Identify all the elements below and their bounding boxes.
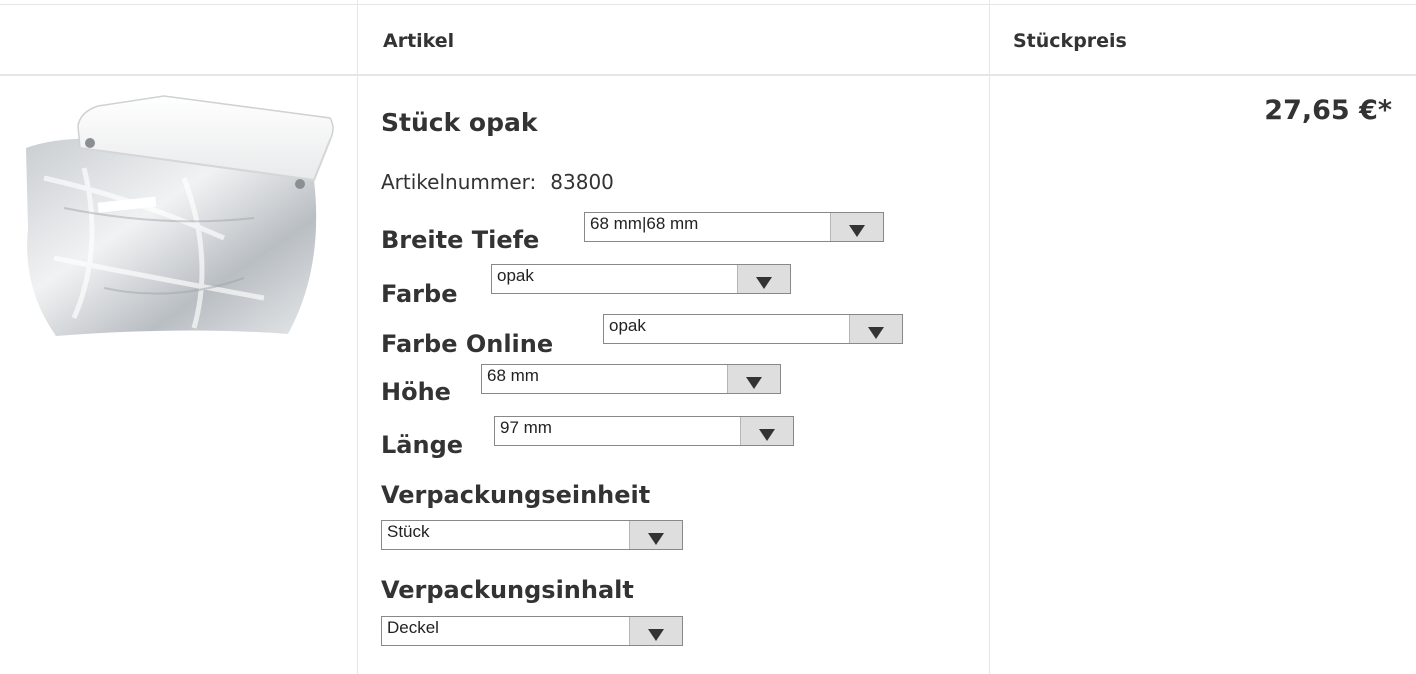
dropdown-button[interactable]	[629, 521, 682, 549]
select-value: 97 mm	[500, 418, 552, 437]
option-label-verpackungsinhalt: Verpackungsinhalt	[381, 576, 634, 604]
dropdown-button[interactable]	[849, 315, 902, 343]
dropdown-button[interactable]	[629, 617, 682, 645]
option-label-farbe-online: Farbe Online	[381, 330, 554, 358]
column-header-unit-price: Stückpreis	[1013, 30, 1127, 52]
option-label-breite-tiefe: Breite Tiefe	[381, 226, 540, 254]
dropdown-button[interactable]	[830, 213, 883, 241]
dropdown-button[interactable]	[727, 365, 780, 393]
chevron-down-icon	[756, 277, 772, 289]
select-value: 68 mm	[487, 366, 539, 385]
product-table: Artikel Stückpreis Stück opak Artikelnum…	[0, 0, 1416, 674]
chevron-down-icon	[746, 377, 762, 389]
column-header-article: Artikel	[383, 30, 455, 52]
select-value: Stück	[387, 522, 430, 541]
article-number-value: 83800	[550, 170, 614, 194]
product-title[interactable]: Stück opak	[381, 108, 537, 137]
chevron-down-icon	[648, 533, 664, 545]
select-farbe-online[interactable]: opak	[603, 314, 903, 344]
select-value: opak	[497, 266, 534, 285]
chevron-down-icon	[648, 629, 664, 641]
chevron-down-icon	[849, 225, 865, 237]
chevron-down-icon	[868, 327, 884, 339]
column-divider	[357, 0, 358, 674]
option-label-verpackungseinheit: Verpackungseinheit	[381, 481, 651, 509]
dropdown-button[interactable]	[740, 417, 793, 445]
select-value: 68 mm|68 mm	[590, 214, 699, 233]
product-image[interactable]	[14, 88, 346, 350]
article-number: Artikelnummer: 83800	[381, 170, 614, 194]
select-hoehe[interactable]: 68 mm	[481, 364, 781, 394]
select-value: Deckel	[387, 618, 439, 637]
chevron-down-icon	[759, 429, 775, 441]
column-divider	[989, 0, 990, 674]
select-farbe[interactable]: opak	[491, 264, 791, 294]
option-label-laenge: Länge	[381, 431, 464, 459]
table-top-border	[0, 4, 1416, 5]
option-label-farbe: Farbe	[381, 280, 458, 308]
header-divider	[0, 74, 1416, 76]
article-number-label: Artikelnummer:	[381, 170, 537, 194]
select-verpackungseinheit[interactable]: Stück	[381, 520, 683, 550]
option-label-hoehe: Höhe	[381, 378, 451, 406]
select-verpackungsinhalt[interactable]: Deckel	[381, 616, 683, 646]
select-value: opak	[609, 316, 646, 335]
dropdown-button[interactable]	[737, 265, 790, 293]
select-breite-tiefe[interactable]: 68 mm|68 mm	[584, 212, 884, 242]
unit-price: 27,65 €*	[1264, 95, 1392, 126]
select-laenge[interactable]: 97 mm	[494, 416, 794, 446]
